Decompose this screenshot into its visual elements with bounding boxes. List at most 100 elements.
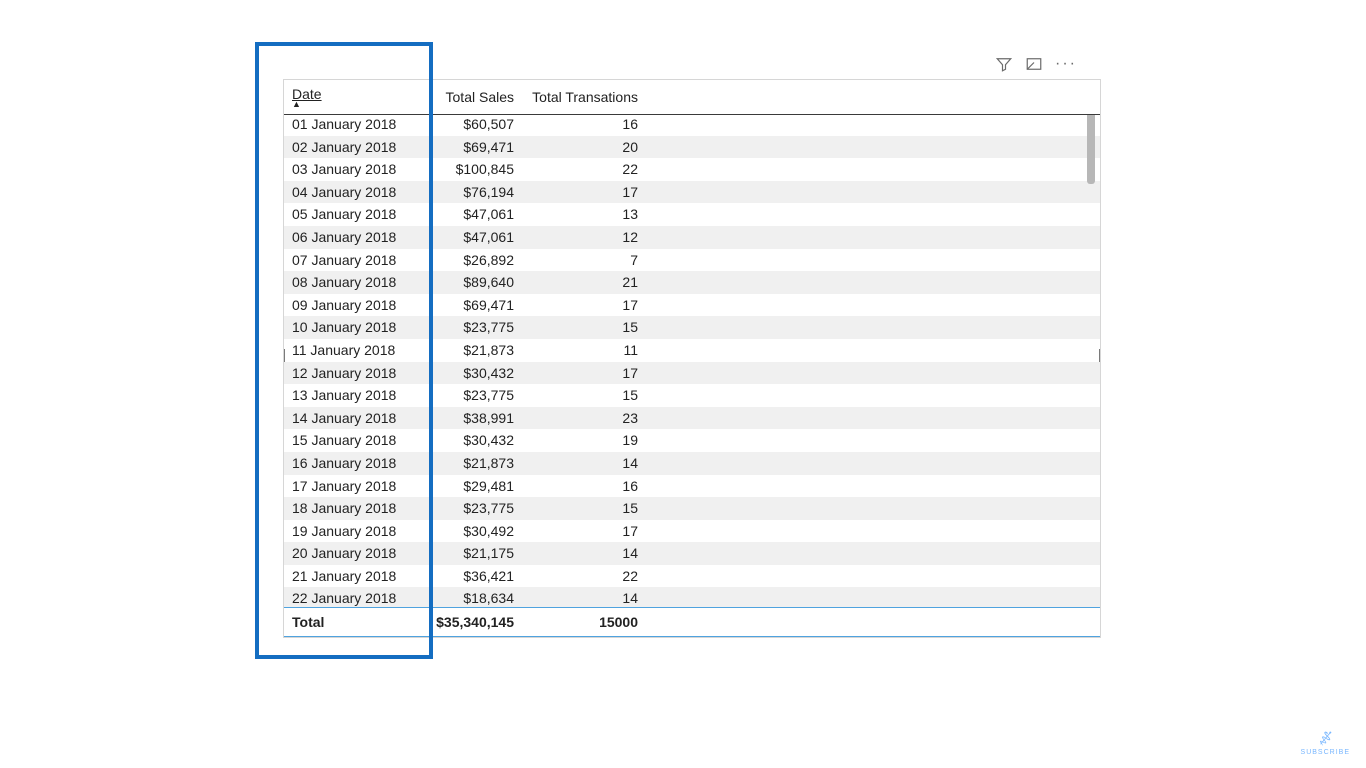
cell-total-transactions: 11 bbox=[522, 339, 646, 362]
cell-total-sales: $100,845 bbox=[422, 158, 522, 181]
table-row[interactable]: 22 January 2018$18,63414 bbox=[284, 587, 1100, 609]
cell-total-sales: $23,775 bbox=[422, 316, 522, 339]
cell-date: 20 January 2018 bbox=[284, 542, 422, 565]
cell-date: 03 January 2018 bbox=[284, 158, 422, 181]
column-header-label: Total Sales bbox=[430, 89, 514, 105]
subscribe-watermark[interactable]: ⚕ SUBSCRIBE bbox=[1301, 729, 1350, 756]
column-header-total-sales[interactable]: Total Sales bbox=[422, 80, 522, 114]
table-row[interactable]: 04 January 2018$76,19417 bbox=[284, 181, 1100, 204]
cell-total-sales: $30,432 bbox=[422, 362, 522, 385]
cell-total-sales: $47,061 bbox=[422, 203, 522, 226]
column-header-label: Total Transations bbox=[530, 89, 638, 105]
table-total-row: Total $35,340,145 15000 bbox=[284, 607, 1100, 637]
table-row[interactable]: 02 January 2018$69,47120 bbox=[284, 136, 1100, 159]
cell-total-transactions: 14 bbox=[522, 452, 646, 475]
table-row[interactable]: 18 January 2018$23,77515 bbox=[284, 497, 1100, 520]
cell-total-transactions: 16 bbox=[522, 113, 646, 136]
cell-total-sales: $60,507 bbox=[422, 113, 522, 136]
cell-date: 11 January 2018 bbox=[284, 339, 422, 362]
table-row[interactable]: 21 January 2018$36,42122 bbox=[284, 565, 1100, 588]
cell-total-sales: $23,775 bbox=[422, 497, 522, 520]
cell-total-sales: $69,471 bbox=[422, 294, 522, 317]
table-header: Date ▲ Total Sales Total Transations bbox=[284, 80, 1100, 115]
focus-mode-icon[interactable] bbox=[1025, 55, 1043, 73]
table-row[interactable]: 01 January 2018$60,50716 bbox=[284, 113, 1100, 136]
cell-date: 18 January 2018 bbox=[284, 497, 422, 520]
cell-total-transactions: 12 bbox=[522, 226, 646, 249]
table-row[interactable]: 17 January 2018$29,48116 bbox=[284, 475, 1100, 498]
cell-date: 01 January 2018 bbox=[284, 113, 422, 136]
cell-total-sales: $18,634 bbox=[422, 587, 522, 609]
table-row[interactable]: 12 January 2018$30,43217 bbox=[284, 362, 1100, 385]
dna-icon: ⚕ bbox=[1314, 727, 1337, 751]
cell-date: 04 January 2018 bbox=[284, 181, 422, 204]
vertical-scrollbar[interactable]: ˄ ˅ bbox=[1086, 90, 1096, 627]
cell-total-sales: $47,061 bbox=[422, 226, 522, 249]
table-row[interactable]: 10 January 2018$23,77515 bbox=[284, 316, 1100, 339]
cell-total-transactions: 17 bbox=[522, 362, 646, 385]
cell-total-sales: $69,471 bbox=[422, 136, 522, 159]
cell-total-transactions: 13 bbox=[522, 203, 646, 226]
cell-total-transactions: 21 bbox=[522, 271, 646, 294]
cell-total-sales: $23,775 bbox=[422, 384, 522, 407]
table-body[interactable]: 01 January 2018$60,5071602 January 2018$… bbox=[284, 113, 1100, 609]
cell-total-sales: $30,492 bbox=[422, 520, 522, 543]
table-row[interactable]: 11 January 2018$21,87311 bbox=[284, 339, 1100, 362]
table-row[interactable]: 13 January 2018$23,77515 bbox=[284, 384, 1100, 407]
cell-total-sales: $21,175 bbox=[422, 542, 522, 565]
cell-total-sales: $38,991 bbox=[422, 407, 522, 430]
cell-total-sales: $21,873 bbox=[422, 452, 522, 475]
total-label: Total bbox=[284, 608, 422, 636]
cell-date: 13 January 2018 bbox=[284, 384, 422, 407]
cell-date: 17 January 2018 bbox=[284, 475, 422, 498]
cell-date: 06 January 2018 bbox=[284, 226, 422, 249]
cell-total-transactions: 20 bbox=[522, 136, 646, 159]
cell-total-transactions: 23 bbox=[522, 407, 646, 430]
cell-total-sales: $29,481 bbox=[422, 475, 522, 498]
filter-icon[interactable] bbox=[995, 55, 1013, 73]
scroll-thumb[interactable] bbox=[1087, 104, 1095, 184]
table-row[interactable]: 05 January 2018$47,06113 bbox=[284, 203, 1100, 226]
cell-date: 19 January 2018 bbox=[284, 520, 422, 543]
table-row[interactable]: 08 January 2018$89,64021 bbox=[284, 271, 1100, 294]
cell-total-transactions: 15 bbox=[522, 384, 646, 407]
cell-total-transactions: 19 bbox=[522, 429, 646, 452]
cell-total-transactions: 22 bbox=[522, 158, 646, 181]
table-row[interactable]: 15 January 2018$30,43219 bbox=[284, 429, 1100, 452]
cell-date: 15 January 2018 bbox=[284, 429, 422, 452]
table-row[interactable]: 09 January 2018$69,47117 bbox=[284, 294, 1100, 317]
total-transactions: 15000 bbox=[522, 608, 646, 636]
cell-date: 08 January 2018 bbox=[284, 271, 422, 294]
cell-total-sales: $30,432 bbox=[422, 429, 522, 452]
total-sales: $35,340,145 bbox=[422, 608, 522, 636]
cell-date: 07 January 2018 bbox=[284, 249, 422, 272]
cell-total-sales: $26,892 bbox=[422, 249, 522, 272]
table-row[interactable]: 06 January 2018$47,06112 bbox=[284, 226, 1100, 249]
cell-total-transactions: 16 bbox=[522, 475, 646, 498]
cell-date: 02 January 2018 bbox=[284, 136, 422, 159]
table-row[interactable]: 19 January 2018$30,49217 bbox=[284, 520, 1100, 543]
table-row[interactable]: 14 January 2018$38,99123 bbox=[284, 407, 1100, 430]
table-row[interactable]: 20 January 2018$21,17514 bbox=[284, 542, 1100, 565]
sort-ascending-icon: ▲ bbox=[292, 100, 414, 108]
cell-total-transactions: 15 bbox=[522, 497, 646, 520]
cell-total-sales: $76,194 bbox=[422, 181, 522, 204]
table-row[interactable]: 03 January 2018$100,84522 bbox=[284, 158, 1100, 181]
cell-date: 05 January 2018 bbox=[284, 203, 422, 226]
cell-total-transactions: 17 bbox=[522, 181, 646, 204]
cell-date: 14 January 2018 bbox=[284, 407, 422, 430]
cell-date: 22 January 2018 bbox=[284, 587, 422, 609]
cell-total-transactions: 17 bbox=[522, 294, 646, 317]
column-header-total-transactions[interactable]: Total Transations bbox=[522, 80, 646, 114]
table-visual[interactable]: Date ▲ Total Sales Total Transations 01 … bbox=[283, 79, 1101, 638]
cell-total-transactions: 17 bbox=[522, 520, 646, 543]
table-row[interactable]: 07 January 2018$26,8927 bbox=[284, 249, 1100, 272]
table-row[interactable]: 16 January 2018$21,87314 bbox=[284, 452, 1100, 475]
visual-action-bar: ··· bbox=[995, 55, 1077, 73]
subscribe-label: SUBSCRIBE bbox=[1301, 749, 1350, 756]
cell-total-sales: $36,421 bbox=[422, 565, 522, 588]
more-options-icon[interactable]: ··· bbox=[1055, 56, 1077, 72]
cell-date: 21 January 2018 bbox=[284, 565, 422, 588]
column-header-date[interactable]: Date ▲ bbox=[284, 80, 422, 114]
cell-total-transactions: 7 bbox=[522, 249, 646, 272]
